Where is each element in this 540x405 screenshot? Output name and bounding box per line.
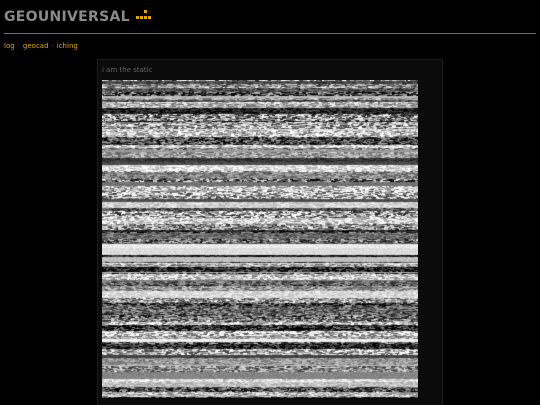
- nav-separator: ·: [51, 42, 54, 50]
- nav-link-log[interactable]: log: [4, 42, 15, 50]
- site-header: GEOUNIVERSAL: [4, 8, 536, 34]
- nav-link-geocad[interactable]: geocad: [23, 42, 49, 50]
- dots-logo-icon: [135, 10, 151, 22]
- post-caption: i am the static: [102, 66, 153, 74]
- site-title-text[interactable]: GEOUNIVERSAL: [4, 9, 130, 25]
- nav-link-iching[interactable]: iching: [57, 42, 78, 50]
- nav-separator: ·: [17, 42, 20, 50]
- post-container: i am the static: [97, 59, 443, 405]
- static-noise-image: [102, 80, 418, 398]
- header-divider: [4, 33, 536, 34]
- site-title[interactable]: GEOUNIVERSAL: [4, 8, 536, 26]
- nav-bar: log · geocad · iching: [4, 41, 78, 51]
